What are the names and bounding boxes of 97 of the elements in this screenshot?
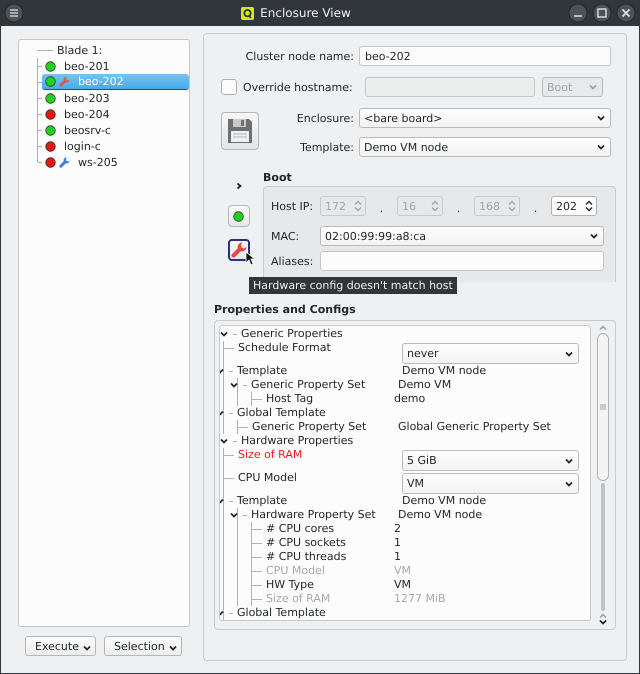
ip-separator: . (456, 200, 462, 214)
spin-arrows-icon (508, 200, 516, 212)
property-value: 1 (394, 550, 401, 564)
status-button[interactable] (228, 205, 250, 227)
ip-separator: . (378, 200, 384, 214)
chevron-icon (220, 438, 228, 444)
property-value: Global Generic Property Set (398, 420, 551, 434)
menu-icon[interactable] (4, 3, 24, 23)
property-dropdown[interactable]: never (402, 343, 579, 364)
chevron-down-icon (597, 144, 605, 150)
property-label: Template (237, 364, 288, 378)
maximize-icon[interactable] (592, 3, 612, 23)
property-value: Demo VM (398, 378, 452, 392)
spin-arrows-icon (431, 200, 439, 212)
scroll-up-icon (599, 613, 607, 619)
action-menu-button[interactable]: Execute (25, 636, 96, 656)
chevron-down-icon (590, 233, 598, 239)
mouse-cursor-icon (245, 251, 255, 266)
chevron-down-icon (565, 480, 573, 486)
node-item[interactable]: ws-205 (42, 154, 189, 170)
window-title: Enclosure View (260, 6, 351, 20)
spin-arrows-icon (354, 200, 362, 212)
cluster-node-name-field[interactable]: beo-202 (359, 46, 611, 66)
field-label: Template: (299, 140, 355, 154)
chevron-icon (220, 331, 228, 337)
chevron-down-icon (565, 350, 573, 356)
property-value: Demo VM node (398, 508, 482, 522)
aliases-field[interactable] (320, 251, 604, 271)
field-label: Enclosure: (296, 112, 355, 124)
app-logo-icon (241, 6, 254, 20)
property-label: Host Tag (266, 392, 314, 406)
scroll-down-icon (599, 619, 607, 625)
field-label: MAC: (271, 230, 300, 242)
property-label: # CPU sockets (266, 536, 346, 550)
scroll-up-icon (599, 325, 607, 331)
minimize-icon[interactable] (568, 3, 588, 23)
scrollbar-thumb[interactable] (597, 333, 609, 481)
ip-octet-spinbox[interactable]: 202 (551, 196, 597, 216)
property-value: VM (394, 564, 412, 578)
enclosure-dropdown[interactable]: <bare board> (359, 108, 611, 128)
property-value: VM (394, 578, 412, 592)
property-value: demo (394, 392, 426, 406)
property-label: Global Template (237, 406, 326, 420)
property-label: Generic Property Set (251, 378, 366, 392)
chevron-down-icon (589, 84, 597, 90)
tooltip: Hardware config doesn't match host (249, 277, 457, 294)
property-value: Demo VM node (402, 494, 486, 508)
close-icon[interactable] (616, 3, 636, 23)
property-value: Demo VM node (402, 364, 486, 378)
field-label: Cluster node name: (244, 50, 355, 62)
node-item[interactable]: beosrv-c (42, 122, 189, 138)
hardware-mismatch-button[interactable] (228, 239, 250, 261)
property-value: 1277 MiB (394, 592, 446, 606)
wrench-icon (59, 156, 70, 168)
property-label: HW Type (266, 578, 314, 592)
node-item[interactable]: beo-201 (42, 58, 189, 74)
property-label: Generic Property Set (252, 420, 366, 434)
property-label: # CPU threads (266, 550, 346, 564)
property-label: # CPU cores (266, 522, 334, 536)
property-label: Generic Properties (241, 327, 343, 341)
chevron-icon (234, 183, 242, 189)
property-label: Schedule Format (238, 341, 331, 355)
property-label: CPU Model (238, 471, 297, 485)
ip-separator: . (532, 200, 538, 214)
checkbox-label: Override hostname: (243, 80, 353, 94)
node-item[interactable]: login-c (42, 138, 189, 154)
property-dropdown[interactable]: VM (402, 473, 579, 494)
tree-root-label: Blade 1: (57, 44, 102, 56)
node-item[interactable]: beo-203 (42, 90, 189, 106)
property-label: Template (237, 494, 288, 508)
chevron-down-icon (597, 115, 605, 121)
wrench-icon (230, 242, 246, 258)
save-button[interactable] (221, 112, 259, 150)
property-value: 2 (394, 522, 401, 536)
action-menu-button[interactable]: Selection (104, 636, 182, 656)
field-label: Aliases: (271, 254, 314, 268)
node-item[interactable]: beo-204 (42, 106, 189, 122)
property-label: Hardware Properties (241, 434, 354, 448)
property-label: CPU Model (266, 564, 325, 578)
chevron-down-icon (565, 458, 573, 464)
expand-icon[interactable] (234, 183, 242, 189)
property-label: Size of RAM (238, 448, 302, 462)
property-label: Global Template (237, 606, 326, 620)
mac-dropdown[interactable]: 02:00:99:99:a8:ca (320, 226, 604, 246)
chevron-down-icon (168, 645, 177, 651)
field-label: Host IP: (271, 200, 314, 212)
wrench-icon (59, 76, 70, 87)
property-dropdown[interactable]: 5 GiB (402, 450, 579, 471)
section-title: Boot (263, 171, 293, 184)
template-dropdown[interactable]: Demo VM node (359, 137, 611, 157)
override-hostname-checkbox[interactable] (221, 79, 237, 95)
spin-arrows-icon (585, 200, 593, 212)
property-label: Size of RAM (266, 592, 330, 606)
chevron-down-icon (83, 645, 91, 651)
section-title: Properties and Configs (214, 303, 357, 316)
property-value: 1 (394, 536, 401, 550)
property-label: Hardware Property Set (251, 508, 376, 522)
